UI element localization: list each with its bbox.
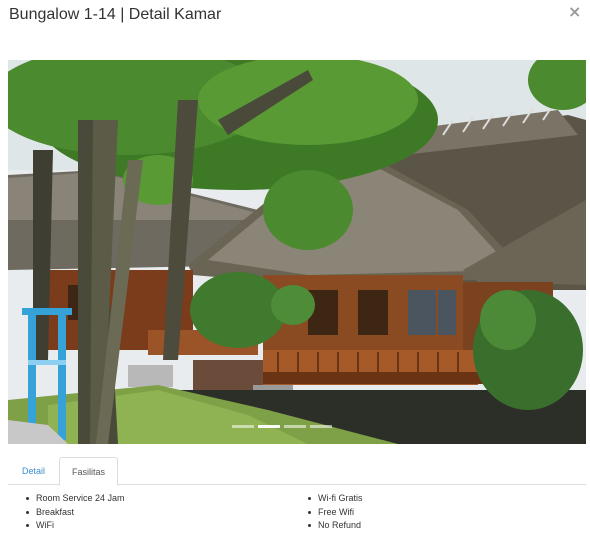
facility-item: WiFi — [24, 519, 125, 533]
modal-header: Bungalow 1-14 | Detail Kamar × — [0, 0, 590, 40]
carousel-dot-active[interactable] — [258, 425, 280, 428]
facility-item: No Refund — [306, 519, 363, 533]
tab-fasilitas[interactable]: Fasilitas — [59, 457, 119, 486]
carousel-dot[interactable] — [232, 425, 254, 428]
room-tabs: Detail Fasilitas — [8, 457, 586, 486]
facility-item: Wi-fi Gratis — [306, 492, 363, 506]
carousel-indicators — [232, 425, 332, 429]
facilities-column-right: Wi-fi Gratis Free Wifi No Refund — [306, 492, 363, 533]
tab-detail[interactable]: Detail — [10, 457, 57, 485]
facility-item: Free Wifi — [306, 506, 363, 520]
carousel-dot[interactable] — [284, 425, 306, 428]
room-photo — [8, 60, 586, 444]
room-photo-carousel[interactable] — [8, 60, 586, 444]
facilities-column-left: Room Service 24 Jam Breakfast WiFi — [24, 492, 125, 533]
room-detail-modal: Bungalow 1-14 | Detail Kamar × Detail Fa… — [0, 0, 590, 543]
carousel-dot[interactable] — [310, 425, 332, 428]
close-icon[interactable]: × — [568, 4, 582, 20]
modal-title: Bungalow 1-14 | Detail Kamar — [9, 6, 222, 23]
facility-item: Breakfast — [24, 506, 125, 520]
facility-item: Room Service 24 Jam — [24, 492, 125, 506]
facilities-list: Room Service 24 Jam Breakfast WiFi Wi-fi… — [24, 492, 584, 537]
